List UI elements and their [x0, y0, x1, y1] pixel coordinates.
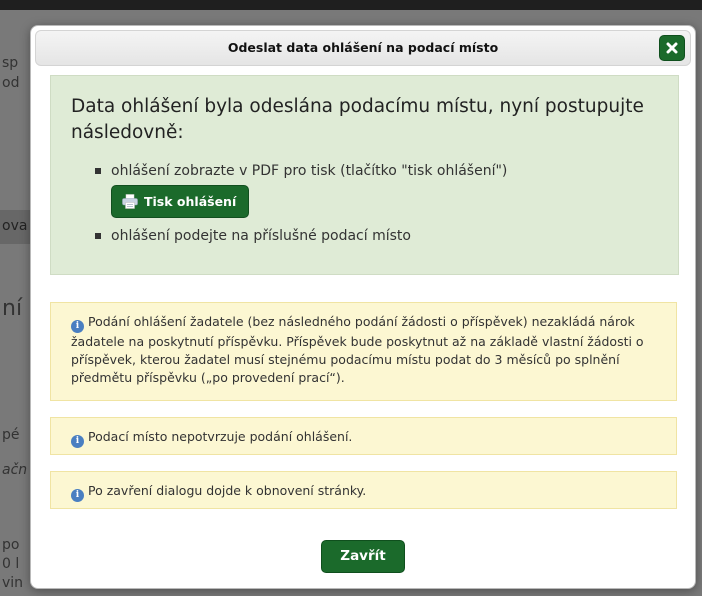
bullet-square [95, 168, 101, 174]
notice-no-confirmation: i Podací místo nepotvrzuje podání ohlášen… [50, 417, 677, 455]
info-icon: i [71, 320, 84, 333]
send-report-dialog: Odeslat data ohlášení na podací místo Da… [30, 25, 696, 589]
printer-icon [122, 194, 138, 209]
notice-contribution: i Podání ohlášení žadatele (bez následnéh… [50, 302, 677, 401]
info-icon: i [71, 489, 84, 502]
notice-text: Podací místo nepotvrzuje podání ohlášení… [88, 429, 353, 444]
step-text: ohlášení zobrazte v PDF pro tisk (tlačít… [111, 163, 508, 179]
step-text: ohlášení podejte na příslušné podací mís… [111, 228, 411, 244]
list-item: ohlášení podejte na příslušné podací mís… [91, 226, 507, 246]
notice-text: Podání ohlášení žadatele (bez následného… [71, 314, 644, 385]
close-icon [666, 42, 678, 54]
list-item: ohlášení zobrazte v PDF pro tisk (tlačít… [91, 161, 507, 218]
print-report-button[interactable]: Tisk ohlášení [111, 185, 250, 218]
notice-text: Po zavření dialogu dojde k obnovení strá… [88, 483, 367, 498]
success-panel: Data ohlášení byla odeslána podacímu mís… [50, 75, 679, 275]
close-dialog-button[interactable]: Zavřít [321, 540, 405, 573]
dialog-titlebar[interactable]: Odeslat data ohlášení na podací místo [35, 30, 691, 66]
info-icon: i [71, 435, 84, 448]
dialog-title: Odeslat data ohlášení na podací místo [227, 40, 499, 55]
notice-page-refresh: i Po zavření dialogu dojde k obnovení str… [50, 471, 677, 509]
steps-list: ohlášení zobrazte v PDF pro tisk (tlačít… [91, 161, 507, 246]
print-button-label: Tisk ohlášení [144, 193, 237, 209]
bullet-square [95, 233, 101, 239]
close-button[interactable] [659, 35, 685, 61]
success-heading: Data ohlášení byla odeslána podacímu mís… [71, 96, 644, 143]
